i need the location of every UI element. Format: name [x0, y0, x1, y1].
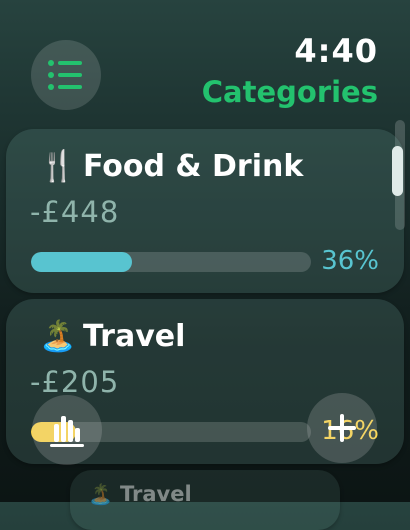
category-name: Food & Drink [83, 149, 304, 184]
progress-fill [31, 252, 132, 272]
progress-bar [31, 252, 311, 272]
category-card-food-drink[interactable]: 🍴 Food & Drink -£448 36% [6, 129, 404, 293]
category-name: Travel [83, 319, 186, 354]
page-title: Categories [201, 75, 378, 109]
fork-knife-icon: 🍴 [39, 149, 77, 184]
progress-percent: 36% [321, 246, 379, 276]
add-button[interactable] [307, 393, 377, 463]
list-icon [48, 60, 82, 90]
plus-icon [328, 414, 356, 442]
bar-chart-icon [50, 416, 84, 447]
category-card-travel-next[interactable]: 🏝️ Travel [70, 470, 340, 530]
status-time: 4:40 [294, 32, 378, 70]
category-amount: -£448 [30, 195, 120, 229]
category-name: Travel [120, 482, 192, 506]
menu-button[interactable] [31, 40, 101, 110]
island-icon: 🏝️ [39, 319, 77, 354]
island-icon: 🏝️ [88, 482, 113, 506]
stats-button[interactable] [32, 395, 102, 465]
category-amount: -£205 [30, 365, 120, 399]
